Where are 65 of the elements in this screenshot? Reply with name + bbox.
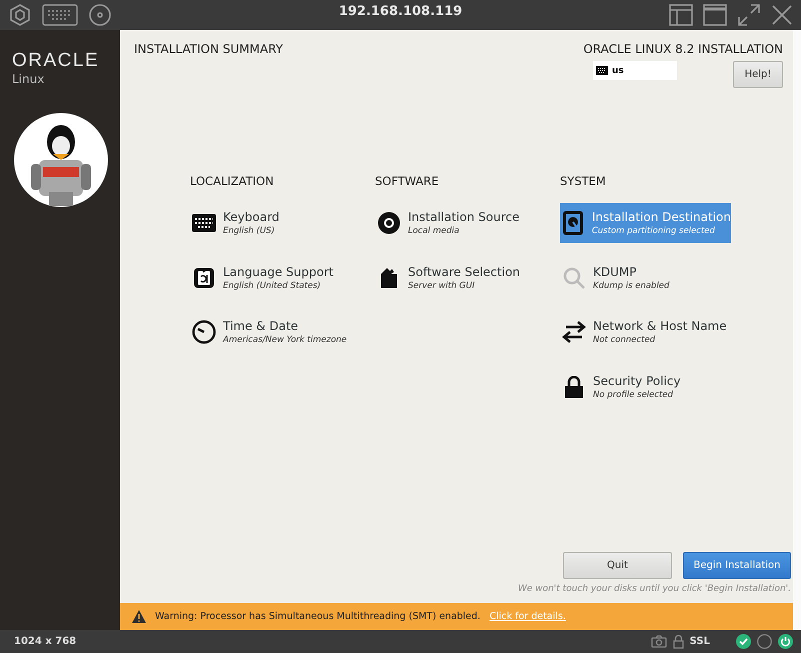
warning-text: Warning: Processor has Simultaneous Multithreading (SMT) enabled. [155,611,480,622]
section-heading: SYSTEM [560,174,607,188]
spoke-status: Not connected [593,335,656,345]
keyboard-icon [596,66,608,75]
circle-icon[interactable] [757,634,772,649]
close-icon[interactable] [771,4,793,26]
help-button[interactable]: Help! [733,61,783,88]
spoke-item[interactable]: Time & Date Americas/New York timezone [190,312,361,352]
quit-button[interactable]: Quit [563,552,672,579]
spoke-title: Installation Destination [592,210,731,224]
warning-icon [132,610,146,623]
layout-icon[interactable] [669,4,693,26]
clock-icon [192,320,216,344]
resolution-label: 1024 x 768 [14,636,76,647]
lock-icon [564,376,584,398]
keyboard-icon [192,214,216,232]
section-heading: LOCALIZATION [190,174,275,188]
spoke-title: Time & Date [223,319,300,333]
spoke-status: English (US) [223,226,276,236]
ssl-label: SSL [690,636,710,647]
spoke-title: Network & Host Name [593,319,727,333]
spoke-title: Language Support [223,264,334,278]
spoke-item[interactable]: Software Selection Server with GUI [375,258,546,298]
product-title: ORACLE LINUX 8.2 INSTALLATION [583,42,783,56]
spoke-item[interactable]: Security Policy No profile selected [560,366,731,406]
logo-brand: ORACLE [12,50,100,72]
begin-installation-button[interactable]: Begin Installation [683,552,791,579]
fullscreen-icon[interactable] [737,3,761,27]
spoke-item[interactable]: Installation Source Local media [375,203,546,243]
spoke-status: Local media [408,226,460,236]
window-icon[interactable] [703,4,727,26]
spoke-title: KDUMP [593,264,638,278]
camera-icon[interactable] [650,635,667,648]
disk-notice: We won't touch your disks until you click 'Begin Installation'. [518,584,791,594]
search-icon [563,266,585,288]
spoke-status: No profile selected [593,390,674,400]
logo-product: Linux [12,72,46,86]
keyboard-layout-field[interactable]: us [593,61,677,80]
arrows-icon [562,321,586,343]
spoke-status: Kdump is enabled [593,280,670,290]
check-circle-icon[interactable] [736,634,751,649]
spoke-status: Americas/New York timezone [223,335,347,345]
power-icon[interactable] [778,634,793,649]
spoke-title: Software Selection [408,264,520,278]
language-icon [193,266,215,288]
window-title: 192.168.108.119 [338,4,462,19]
spoke-title: Installation Source [408,210,520,224]
spoke-status: Custom partitioning selected [592,226,716,236]
spoke-item[interactable]: Language Support English (United States) [190,258,361,298]
spoke-title: Security Policy [593,374,681,388]
cube-icon[interactable] [8,3,32,27]
spoke-item[interactable]: Network & Host Name Not connected [560,312,731,352]
disc-icon[interactable] [88,3,112,27]
page-title: INSTALLATION SUMMARY [134,42,283,58]
layout-label: us [612,66,624,76]
package-icon [381,268,397,288]
lock-icon [672,634,684,649]
section-heading: SOFTWARE [375,174,440,188]
spoke-status: English (United States) [223,280,322,290]
disc-icon [378,212,400,234]
keyboard-icon[interactable] [42,3,78,27]
spoke-item[interactable]: Keyboard English (US) [190,203,361,243]
spoke-title: Keyboard [223,210,280,224]
spoke-status: Server with GUI [408,280,476,290]
spoke-item[interactable]: KDUMP Kdump is enabled [560,258,731,298]
